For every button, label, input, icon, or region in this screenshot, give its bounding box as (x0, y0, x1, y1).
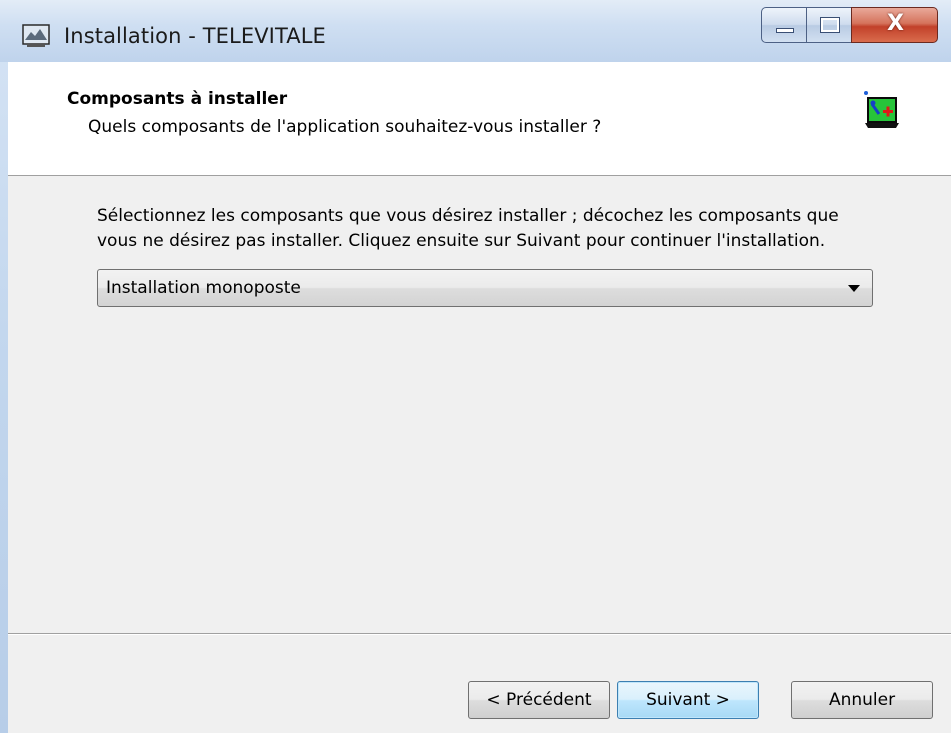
close-button[interactable]: X (851, 7, 938, 43)
instructions-text: Sélectionnez les composants que vous dés… (97, 206, 839, 251)
setup-app-icon (22, 24, 50, 48)
page-title: Composants à installer (67, 89, 288, 109)
cancel-button[interactable]: Annuler (791, 681, 933, 719)
back-button[interactable]: < Précédent (468, 681, 610, 719)
maximize-icon (820, 17, 840, 33)
window-title: Installation - TELEVITALE (64, 24, 326, 48)
dropdown-arrow-icon[interactable] (848, 285, 860, 292)
caption-buttons: X (761, 7, 938, 43)
minimize-icon (776, 28, 794, 33)
footer-divider (8, 633, 951, 635)
next-button[interactable]: Suivant > (617, 681, 759, 719)
title-bar[interactable]: Installation - TELEVITALE X (0, 0, 951, 62)
setup-type-value: Installation monoposte (106, 278, 301, 298)
wizard-header: Composants à installer Quels composants … (8, 62, 951, 176)
minimize-button[interactable] (761, 7, 807, 43)
page-subtitle: Quels composants de l'application souhai… (88, 117, 602, 137)
installer-window: Installation - TELEVITALE X Composants à… (0, 0, 951, 733)
setup-type-dropdown[interactable]: Installation monoposte (97, 269, 873, 307)
close-icon: X (887, 11, 904, 36)
wizard-client-area: Composants à installer Quels composants … (8, 62, 951, 733)
components-install-icon (863, 90, 901, 130)
maximize-button[interactable] (806, 7, 852, 43)
